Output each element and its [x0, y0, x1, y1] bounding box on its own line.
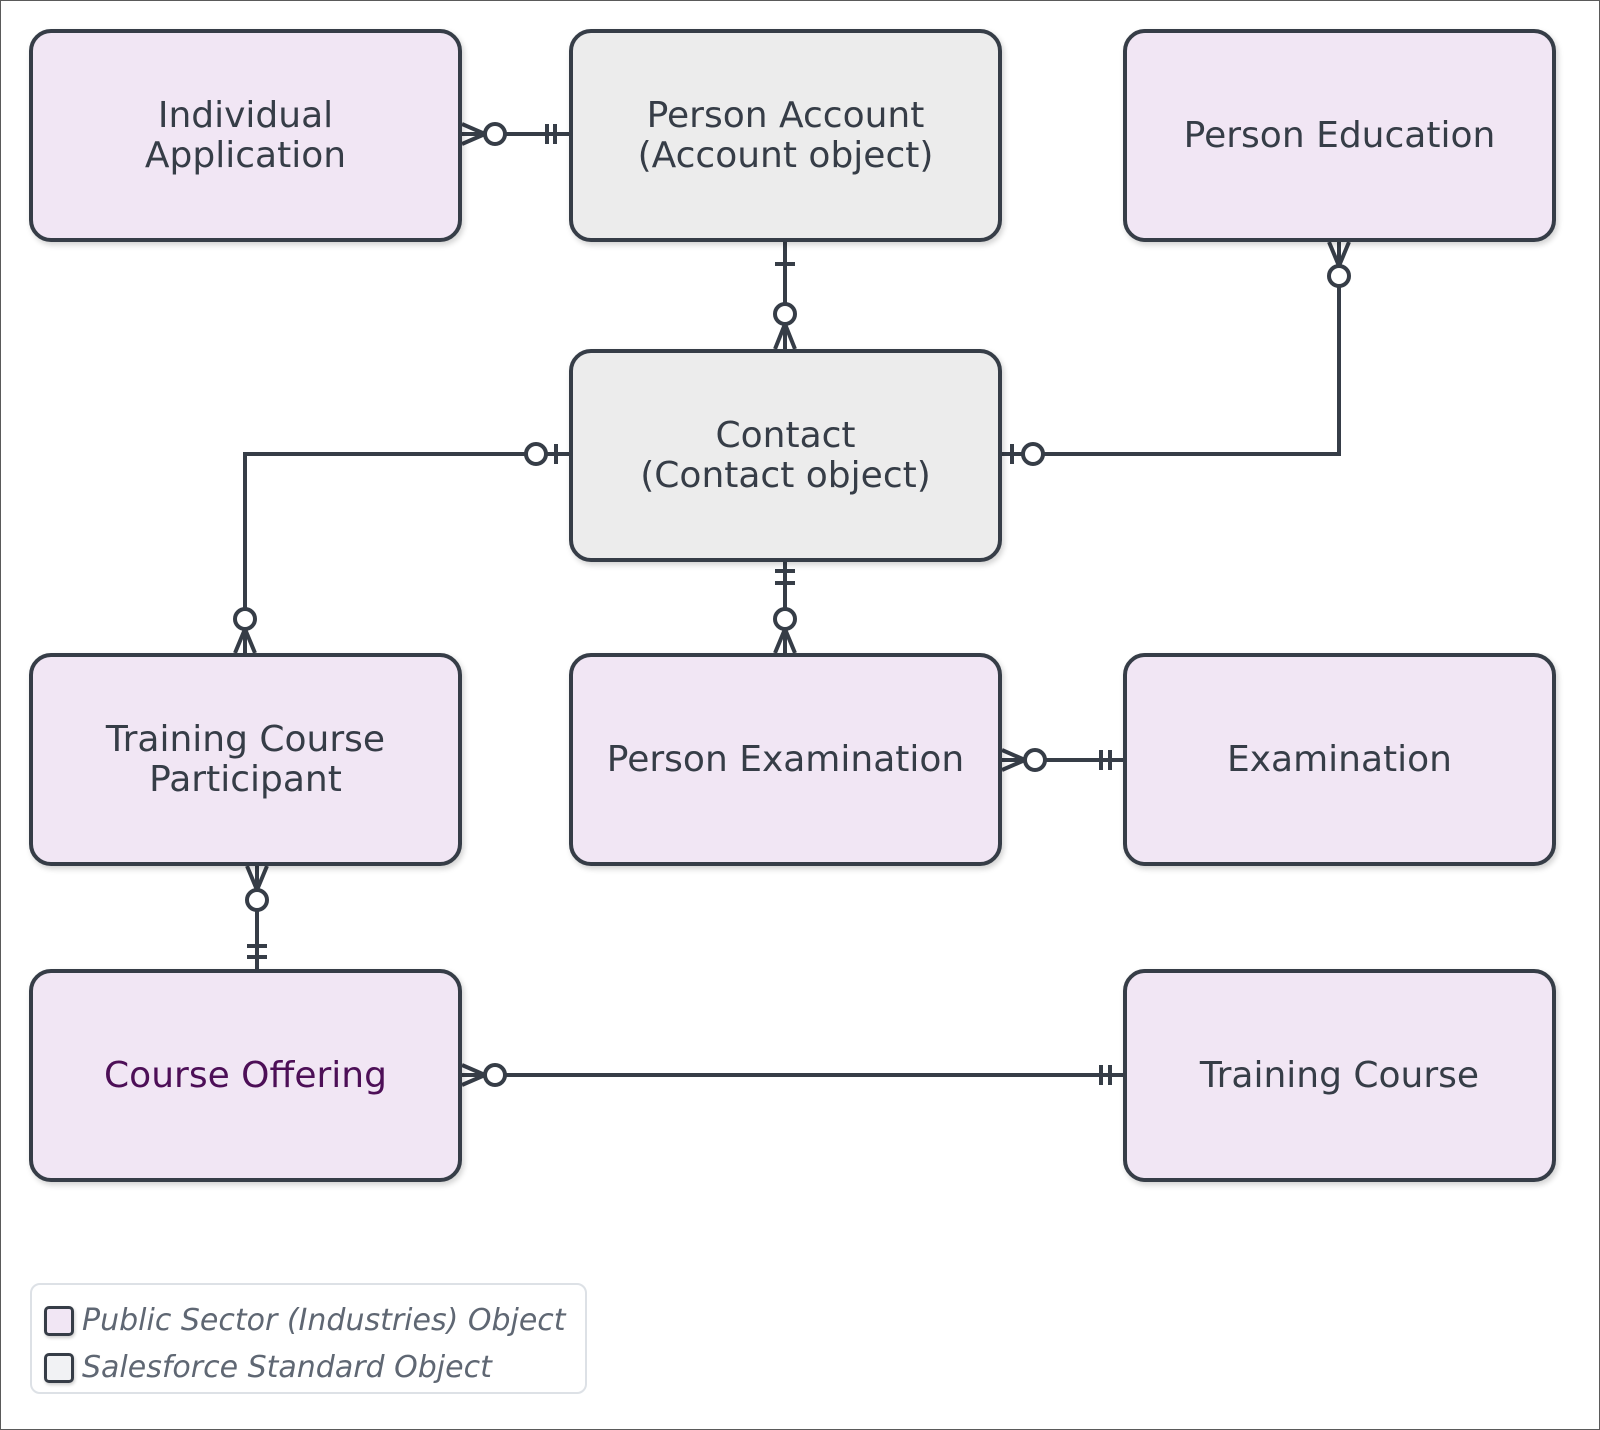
- entity-training-course-participant[interactable]: Training Course Participant: [29, 653, 462, 866]
- legend-label: Public Sector (Industries) Object: [82, 1303, 566, 1338]
- entity-person-account[interactable]: Person Account (Account object): [569, 29, 1002, 242]
- entity-person-education[interactable]: Person Education: [1123, 29, 1556, 242]
- legend-swatch-industry: [44, 1305, 74, 1336]
- entity-label: Person Education: [1183, 114, 1496, 156]
- rel-training-course-participant-course-offering: [245, 865, 269, 969]
- rel-person-account-contact: [773, 242, 797, 350]
- legend-swatch-standard: [44, 1352, 74, 1383]
- entity-label: Person Examination: [606, 738, 965, 780]
- entity-examination[interactable]: Examination: [1123, 653, 1556, 866]
- legend-item-standard: Salesforce Standard Object: [44, 1344, 585, 1391]
- legend-item-industry: Public Sector (Industries) Object: [44, 1297, 585, 1344]
- entity-label: Examination: [1226, 738, 1453, 780]
- entity-individual-application[interactable]: Individual Application: [29, 29, 462, 242]
- rel-contact-training-course-participant: [233, 442, 569, 654]
- rel-person-examination-examination: [1001, 748, 1123, 772]
- entity-label: Contact (Contact object): [640, 414, 931, 496]
- rel-course-offering-training-course: [461, 1063, 1123, 1087]
- entity-label: Training Course Participant: [105, 718, 386, 800]
- entity-label: Course Offering: [104, 1054, 387, 1096]
- rel-contact-person-education: [1002, 241, 1351, 466]
- entity-label: Person Account (Account object): [637, 94, 934, 176]
- entity-label: Training Course: [1199, 1054, 1480, 1096]
- rel-contact-person-examination: [773, 561, 797, 654]
- legend-label: Salesforce Standard Object: [82, 1350, 492, 1385]
- rel-individual-application-person-account: [461, 122, 569, 146]
- entity-person-examination[interactable]: Person Examination: [569, 653, 1002, 866]
- entity-training-course[interactable]: Training Course: [1123, 969, 1556, 1182]
- legend: Public Sector (Industries) Object Salesf…: [30, 1283, 587, 1394]
- entity-label: Individual Application: [144, 94, 347, 176]
- entity-course-offering[interactable]: Course Offering: [29, 969, 462, 1182]
- entity-contact[interactable]: Contact (Contact object): [569, 349, 1002, 562]
